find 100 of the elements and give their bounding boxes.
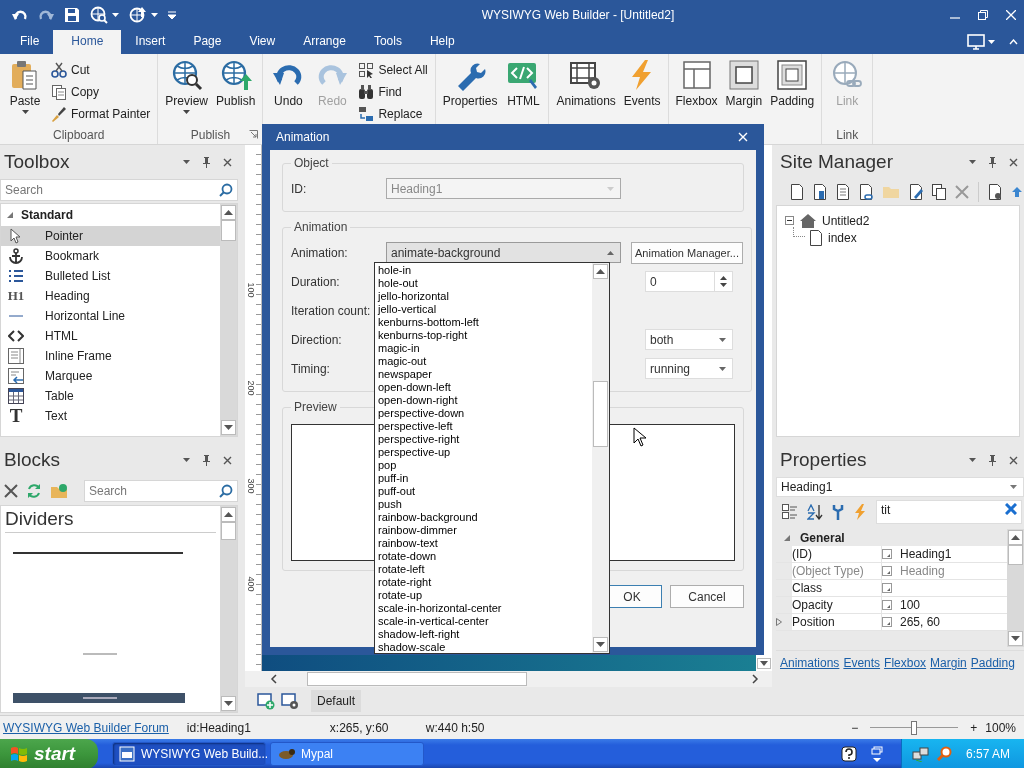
list-option[interactable]: rotate-right xyxy=(375,576,592,589)
ribbon-button[interactable]: Cut xyxy=(48,59,154,81)
restore-icon[interactable] xyxy=(978,10,988,20)
clear-icon[interactable] xyxy=(1005,503,1017,515)
scrollbar-thumb[interactable] xyxy=(593,381,608,447)
ribbon-button[interactable]: Animations xyxy=(553,57,619,126)
wrench-icon[interactable] xyxy=(832,504,844,520)
dropdown[interactable]: both xyxy=(645,329,733,350)
toolbox-item[interactable]: Inline Frame xyxy=(1,346,220,366)
menu-tab[interactable]: Tools xyxy=(359,30,416,54)
toolbox-item[interactable]: Horizontal Line xyxy=(1,306,220,326)
list-option[interactable]: perspective-up xyxy=(375,446,592,459)
list-option[interactable]: shadow-left-right xyxy=(375,628,592,641)
dropdown[interactable]: animate-background xyxy=(386,242,621,263)
list-option[interactable]: kenburns-top-right xyxy=(375,329,592,342)
help-icon[interactable] xyxy=(840,746,857,762)
scrollbar-thumb[interactable] xyxy=(221,220,236,241)
scrollbar-thumb[interactable] xyxy=(221,522,236,540)
link[interactable]: Margin xyxy=(930,656,967,670)
sort-icon[interactable] xyxy=(807,504,823,520)
list-option[interactable]: scale-in-vertical-center xyxy=(375,615,592,628)
page-icon[interactable] xyxy=(809,229,823,246)
scrollbar-thumb[interactable] xyxy=(307,672,527,686)
ribbon-button[interactable]: Events xyxy=(620,57,664,126)
menu-tab[interactable]: Help xyxy=(415,30,469,54)
dropdown-list[interactable] xyxy=(374,262,610,654)
caret-icon[interactable] xyxy=(151,13,158,17)
start-button[interactable]: start xyxy=(0,739,98,768)
customize-icon[interactable] xyxy=(168,11,176,19)
list-option[interactable]: open-down-right xyxy=(375,394,592,407)
list-option[interactable]: rainbow-dimmer xyxy=(375,524,592,537)
page-settings-icon[interactable] xyxy=(988,184,1002,200)
zoom-in-button[interactable]: + xyxy=(970,720,978,735)
list-option[interactable]: kenburns-bottom-left xyxy=(375,316,592,329)
caret-icon[interactable] xyxy=(988,40,995,44)
list-option[interactable]: jello-vertical xyxy=(375,303,592,316)
mobile-page-icon[interactable] xyxy=(813,184,827,200)
close-icon[interactable] xyxy=(223,157,232,167)
menu-tab[interactable]: View xyxy=(235,30,290,54)
list-option[interactable]: shadow-scale xyxy=(375,641,592,654)
list-option[interactable]: rainbow-text xyxy=(375,537,592,550)
caret-icon[interactable] xyxy=(969,458,976,462)
windows-icon[interactable] xyxy=(870,746,883,762)
tree-item[interactable]: index xyxy=(828,230,857,245)
ribbon-button[interactable]: Find xyxy=(355,81,431,103)
property-value[interactable]: Heading xyxy=(896,563,1007,580)
edit-box-icon[interactable] xyxy=(882,566,892,576)
list-option[interactable]: rotate-left xyxy=(375,563,592,576)
globe-search-icon[interactable] xyxy=(90,6,108,24)
property-value[interactable]: 100 xyxy=(896,597,1007,614)
view-settings-icon[interactable] xyxy=(281,692,299,710)
close-icon[interactable] xyxy=(1009,455,1018,465)
dialog-button[interactable]: Cancel xyxy=(670,585,744,608)
ribbon-button[interactable]: Margin xyxy=(722,57,766,126)
menu-tab[interactable]: Page xyxy=(179,30,236,54)
property-value[interactable]: 265, 60 xyxy=(896,614,1007,631)
scrollbar[interactable] xyxy=(245,671,772,687)
list-option[interactable]: rotate-down xyxy=(375,550,592,563)
toolbox-item[interactable]: HTML xyxy=(1,326,220,346)
spin-down-icon[interactable] xyxy=(720,283,727,287)
categorized-icon[interactable] xyxy=(782,504,798,520)
ribbon-button[interactable]: HTML xyxy=(502,57,545,126)
edit-box-icon[interactable] xyxy=(882,583,892,593)
down-arrow-icon[interactable] xyxy=(757,658,771,669)
expanded-arrow-icon[interactable] xyxy=(7,212,13,218)
property-value[interactable]: Heading1 xyxy=(896,546,1007,563)
link[interactable]: Events xyxy=(843,656,881,670)
caret-icon[interactable] xyxy=(112,13,119,17)
close-icon[interactable] xyxy=(1009,157,1018,167)
menu-tab[interactable]: Insert xyxy=(121,30,180,54)
forum-link[interactable]: WYSIWYG Web Builder Forum xyxy=(3,720,169,735)
list-option[interactable]: jello-horizontal xyxy=(375,290,592,303)
toolbox-item[interactable]: H1 Heading xyxy=(1,286,220,306)
object-dropdown[interactable]: Heading1 xyxy=(776,477,1024,497)
link[interactable]: Flexbox xyxy=(884,656,927,670)
breakpoint-tab[interactable]: Default xyxy=(311,690,362,712)
edit-page-icon[interactable] xyxy=(909,184,923,200)
manager-button[interactable]: Animation Manager... xyxy=(631,241,743,264)
tree-item[interactable]: Untitled2 xyxy=(822,213,870,228)
ribbon-button[interactable]: Preview xyxy=(162,57,212,126)
ribbon-button[interactable]: Select All xyxy=(355,59,431,81)
zoom-out-button[interactable]: − xyxy=(851,720,859,735)
toolbox-item[interactable]: T Text xyxy=(1,406,220,426)
monitor-icon[interactable] xyxy=(967,34,985,50)
toolbox-item[interactable]: Pointer xyxy=(1,226,220,246)
ribbon-button[interactable]: Undo xyxy=(267,57,310,126)
caret-icon[interactable] xyxy=(183,458,190,462)
caret-icon[interactable] xyxy=(969,160,976,164)
edit-box-icon[interactable] xyxy=(882,617,892,627)
page-icon[interactable] xyxy=(790,184,804,200)
list-option[interactable]: perspective-down xyxy=(375,407,592,420)
list-option[interactable]: rotate-up xyxy=(375,589,592,602)
edit-box-icon[interactable] xyxy=(882,549,892,559)
expanded-arrow-icon[interactable] xyxy=(784,534,790,541)
network-icon[interactable] xyxy=(911,746,930,762)
pin-icon[interactable] xyxy=(988,156,997,168)
edit-box-icon[interactable] xyxy=(882,600,892,610)
pin-icon[interactable] xyxy=(988,454,997,466)
menu-tab[interactable]: Arrange xyxy=(289,30,360,54)
dropdown[interactable]: running xyxy=(645,358,733,379)
